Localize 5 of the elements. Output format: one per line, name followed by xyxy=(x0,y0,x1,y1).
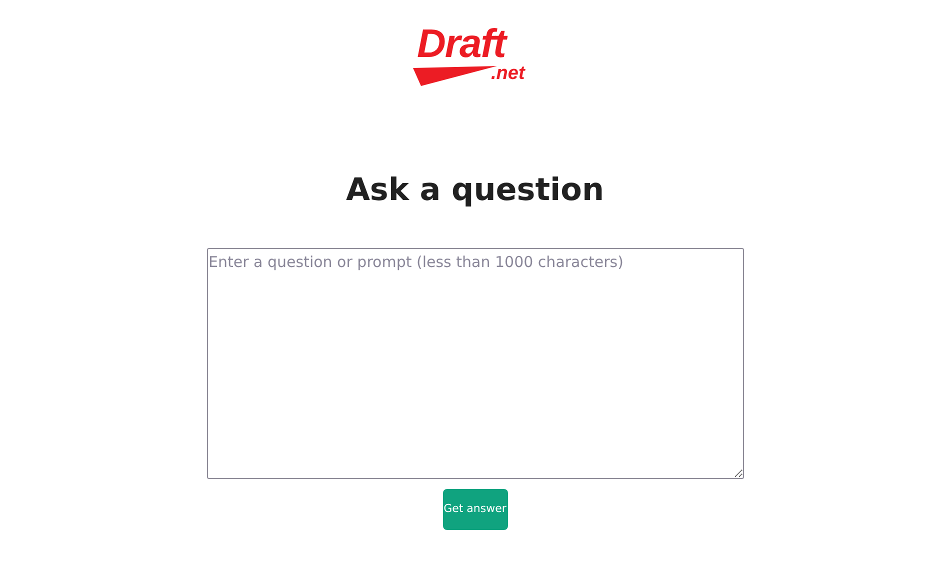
logo-suffix: .net xyxy=(491,64,525,84)
page-heading: Ask a question xyxy=(346,171,604,209)
logo-wordmark: Draft xyxy=(417,22,506,66)
question-field[interactable]: Enter a question or prompt (less than 1000 characters) xyxy=(206,248,744,479)
get-answer-button[interactable]: Get answer xyxy=(442,489,508,530)
